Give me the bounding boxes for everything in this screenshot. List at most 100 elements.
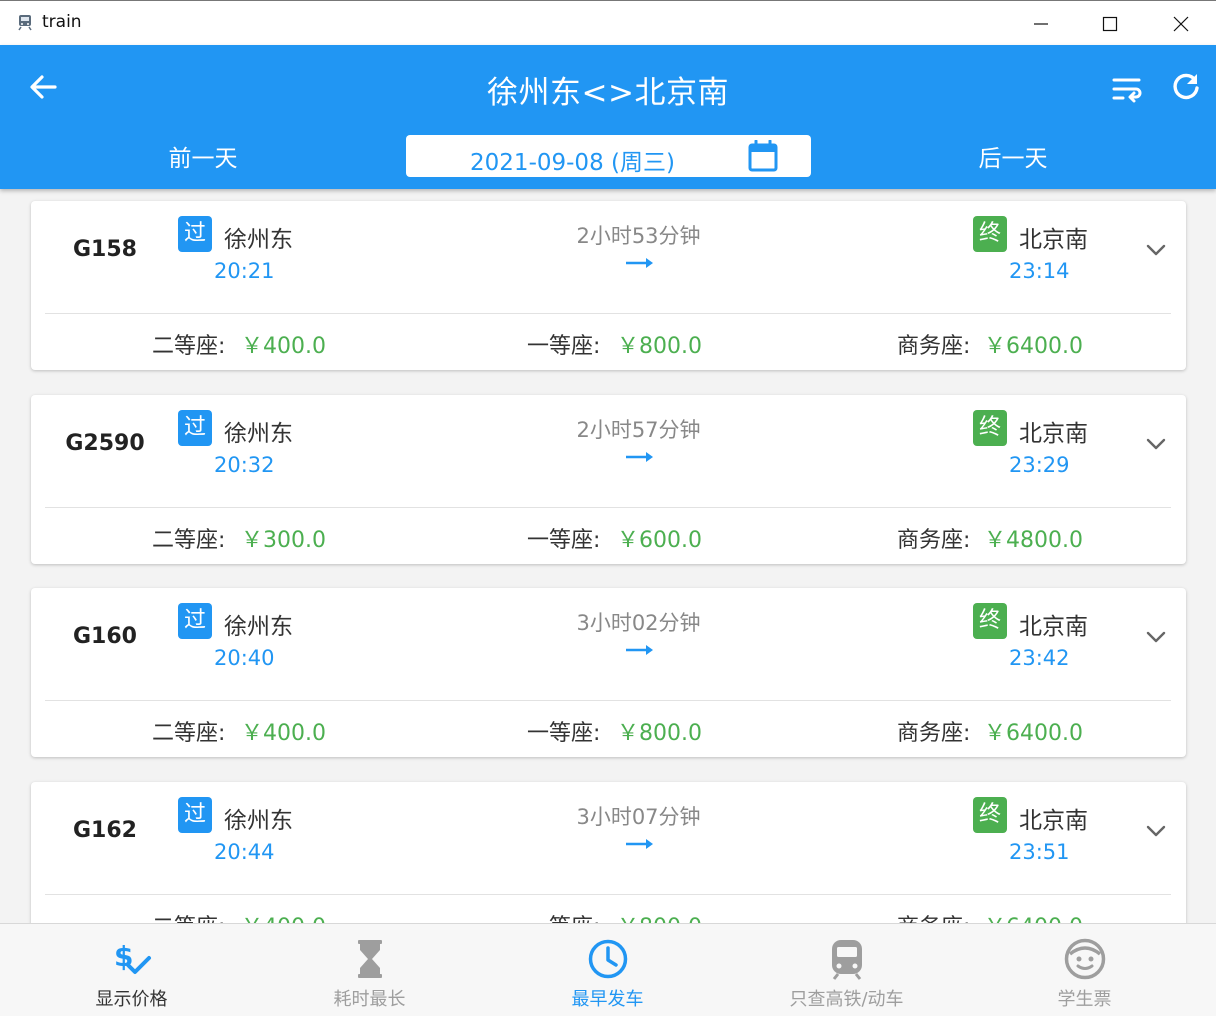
seat-label-second: 二等座: — [152, 334, 226, 359]
seat-label-first: 一等座: — [527, 334, 601, 359]
calendar-icon[interactable] — [748, 140, 778, 172]
divider — [45, 700, 1171, 701]
train-number: G162 — [73, 818, 137, 843]
app-icon — [18, 15, 32, 31]
seat-label-second: 二等座: — [152, 909, 225, 923]
arrival-time: 23:14 — [1009, 259, 1070, 283]
prev-day-button[interactable]: 前一天 — [130, 139, 276, 173]
train-number: G2590 — [65, 431, 145, 456]
nav-earliest-departure[interactable]: 最早发车 — [486, 924, 729, 1016]
pass-badge: 过 — [178, 216, 212, 252]
to-station: 北京南 — [1019, 421, 1088, 447]
terminal-badge: 终 — [973, 797, 1007, 833]
train-list[interactable]: G158 过 徐州东 20:21 2小时53分钟 终 北京南 23:14 二等座… — [0, 189, 1216, 923]
pass-badge: 过 — [178, 797, 212, 833]
departure-time: 20:32 — [214, 453, 275, 477]
date-picker[interactable]: 2021-09-08 (周三) — [406, 135, 811, 177]
seat-price-second: ￥300.0 — [241, 528, 326, 553]
to-station: 北京南 — [1019, 808, 1088, 834]
nav-label: 耗时最长 — [333, 989, 406, 1010]
chevron-down-icon[interactable] — [1143, 433, 1169, 455]
hourglass-icon — [358, 940, 382, 978]
train-number: G160 — [73, 624, 137, 649]
from-station: 徐州东 — [224, 227, 293, 253]
right-arrow-icon — [626, 258, 653, 268]
route-title: 徐州东<>北京南 — [487, 75, 729, 111]
terminal-badge: 终 — [973, 603, 1007, 639]
seat-price-business: ￥6400.0 — [984, 721, 1083, 746]
duration: 3小时02分钟 — [576, 611, 701, 635]
dollar-check-icon: $ — [114, 940, 151, 974]
seat-label-business: 商务座: — [897, 334, 971, 359]
duration: 2小时53分钟 — [576, 224, 701, 248]
terminal-badge: 终 — [973, 410, 1007, 446]
divider — [45, 894, 1171, 895]
nav-show-price[interactable]: $ 显示价格 — [10, 924, 253, 1016]
seat-price-second: ￥400.0 — [241, 909, 326, 923]
student-face-icon — [1064, 938, 1106, 980]
close-icon — [1173, 16, 1189, 31]
duration: 2小时57分钟 — [576, 418, 701, 442]
chevron-down-icon[interactable] — [1143, 626, 1169, 648]
app-bar: 徐州东<>北京南 前一天 2021-09-08 (周三) 后一天 — [0, 45, 1216, 189]
minimize-icon — [1034, 22, 1048, 25]
train-number: G158 — [73, 237, 137, 262]
seat-label-second: 二等座: — [152, 721, 226, 746]
nav-label: 学生票 — [1057, 989, 1112, 1010]
seat-price-business: ￥6400.0 — [984, 909, 1083, 923]
clock-icon — [588, 939, 628, 979]
seat-price-first: ￥800.0 — [617, 909, 702, 923]
seat-price-business: ￥6400.0 — [984, 334, 1083, 359]
arrival-time: 23:42 — [1009, 646, 1070, 670]
from-station: 徐州东 — [224, 808, 293, 834]
from-station: 徐州东 — [224, 614, 293, 640]
window-titlebar: train — [0, 0, 1216, 45]
divider — [45, 313, 1171, 314]
nav-label: 只查高铁/动车 — [789, 989, 904, 1010]
right-arrow-icon — [626, 839, 653, 849]
seat-label-first: 一等座: — [527, 721, 601, 746]
seat-label-first: 一等座: — [527, 909, 600, 923]
close-button[interactable] — [1158, 1, 1204, 46]
nav-highspeed-only[interactable]: 只查高铁/动车 — [725, 924, 968, 1016]
next-day-button[interactable]: 后一天 — [940, 139, 1086, 173]
nav-label: 显示价格 — [95, 989, 168, 1010]
nav-student-ticket[interactable]: 学生票 — [963, 924, 1206, 1016]
departure-time: 20:44 — [214, 840, 275, 864]
swap-sort-icon[interactable] — [1111, 73, 1143, 105]
arrival-time: 23:51 — [1009, 840, 1070, 864]
date-text: 2021-09-08 (周三) — [470, 150, 675, 176]
train-icon — [832, 940, 862, 980]
nav-label: 最早发车 — [571, 989, 644, 1010]
seat-price-business: ￥4800.0 — [984, 528, 1083, 553]
bottom-nav: $ 显示价格 耗时最长 最早发车 只查高铁/动车 学生票 — [0, 923, 1216, 1016]
maximize-icon — [1102, 16, 1118, 31]
seat-label-business: 商务座: — [897, 528, 971, 553]
seat-price-first: ￥600.0 — [617, 528, 702, 553]
to-station: 北京南 — [1019, 227, 1088, 253]
seat-price-first: ￥800.0 — [617, 334, 702, 359]
right-arrow-icon — [626, 452, 653, 462]
seat-label-second: 二等座: — [152, 528, 226, 553]
duration: 3小时07分钟 — [576, 805, 701, 829]
window-title: train — [42, 12, 82, 32]
terminal-badge: 终 — [973, 216, 1007, 252]
pass-badge: 过 — [178, 603, 212, 639]
train-card[interactable]: G162 过 徐州东 20:44 3小时07分钟 终 北京南 23:51 二等座… — [31, 782, 1186, 923]
refresh-icon[interactable] — [1170, 71, 1202, 103]
chevron-down-icon[interactable] — [1143, 820, 1169, 842]
train-card[interactable]: G158 过 徐州东 20:21 2小时53分钟 终 北京南 23:14 二等座… — [31, 201, 1186, 370]
right-arrow-icon — [626, 645, 653, 655]
seat-price-first: ￥800.0 — [617, 721, 702, 746]
train-card[interactable]: G160 过 徐州东 20:40 3小时02分钟 终 北京南 23:42 二等座… — [31, 588, 1186, 757]
arrival-time: 23:29 — [1009, 453, 1070, 477]
train-card[interactable]: G2590 过 徐州东 20:32 2小时57分钟 终 北京南 23:29 二等… — [31, 395, 1186, 564]
seat-price-second: ￥400.0 — [241, 334, 326, 359]
maximize-button[interactable] — [1087, 1, 1133, 46]
departure-time: 20:40 — [214, 646, 275, 670]
departure-time: 20:21 — [214, 259, 275, 283]
from-station: 徐州东 — [224, 421, 293, 447]
minimize-button[interactable] — [1018, 1, 1064, 46]
nav-longest-duration[interactable]: 耗时最长 — [248, 924, 491, 1016]
chevron-down-icon[interactable] — [1143, 239, 1169, 261]
